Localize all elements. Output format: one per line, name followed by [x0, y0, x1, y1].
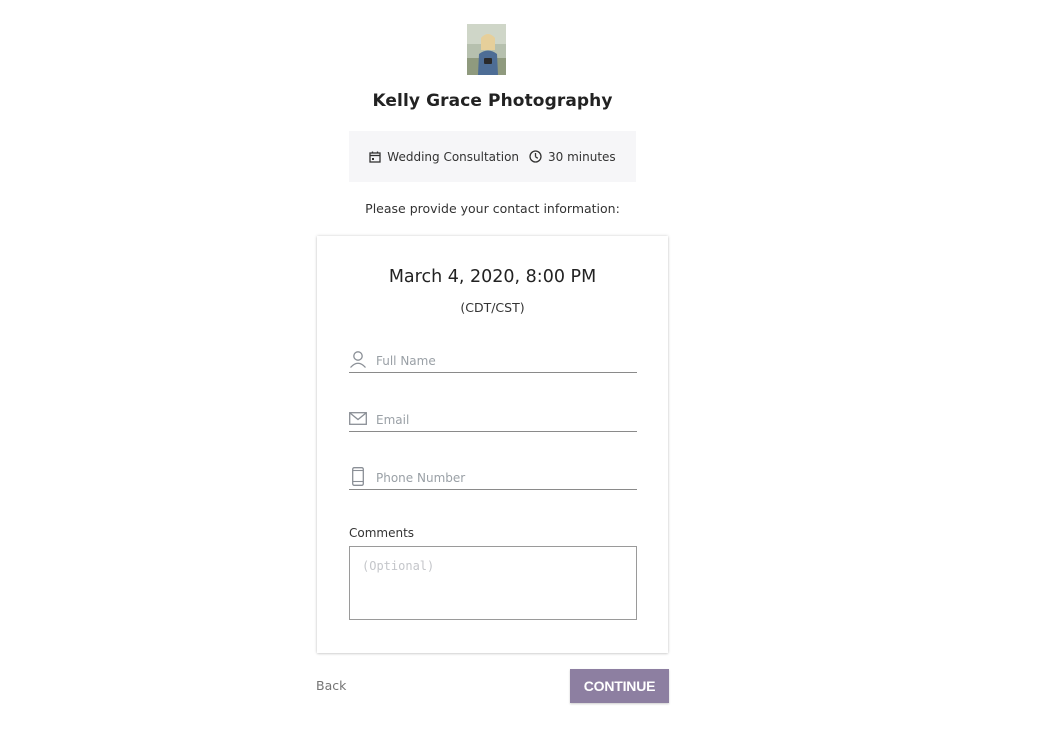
envelope-icon [349, 408, 367, 428]
comments-textarea[interactable] [349, 546, 637, 620]
appointment-type: Wedding Consultation [369, 150, 519, 164]
appointment-summary: Wedding Consultation 30 minutes [349, 131, 636, 182]
clock-icon [529, 150, 542, 163]
contact-prompt: Please provide your contact information: [365, 201, 620, 216]
appointment-type-label: Wedding Consultation [387, 149, 520, 164]
phone-field [349, 463, 637, 490]
appointment-datetime: March 4, 2020, 8:00 PM [388, 267, 597, 287]
comments-label: Comments [349, 526, 415, 540]
appointment-duration-label: 30 minutes [548, 149, 616, 164]
scheduling-page: Kelly Grace Photography Wedding Consulta… [0, 0, 1060, 730]
business-name: Kelly Grace Photography [372, 91, 613, 111]
phone-input[interactable] [376, 468, 637, 488]
profile-photo [467, 24, 506, 75]
timezone-label: (CDT/CST) [460, 300, 525, 315]
email-input[interactable] [376, 410, 637, 430]
appointment-duration: 30 minutes [529, 150, 616, 164]
avatar [467, 24, 506, 75]
full-name-input[interactable] [376, 351, 637, 371]
phone-icon [349, 466, 367, 486]
back-link[interactable]: Back [316, 678, 346, 693]
full-name-field [349, 346, 637, 373]
email-field [349, 405, 637, 432]
person-icon [349, 349, 367, 369]
continue-button[interactable]: CONTINUE [570, 669, 669, 703]
calendar-icon [369, 151, 381, 163]
contact-form-card: March 4, 2020, 8:00 PM (CDT/CST) Full Na… [317, 236, 668, 653]
